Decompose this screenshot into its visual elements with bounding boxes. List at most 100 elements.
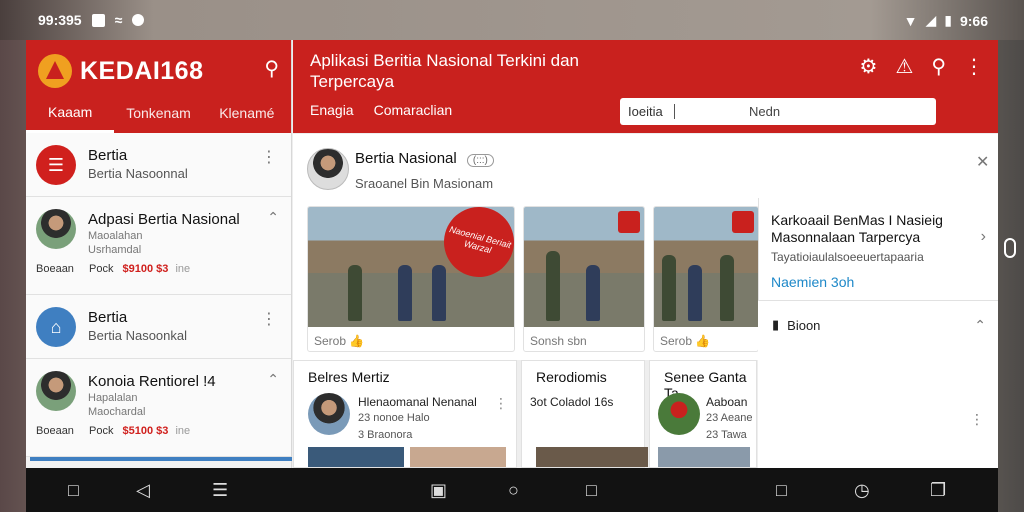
home-icon: ⌂ (36, 307, 76, 347)
avatar (36, 371, 76, 411)
clock-icon[interactable]: ◷ (854, 480, 870, 501)
card-title: Belres Mertiz (308, 369, 390, 385)
caption-text: Serob (660, 334, 693, 348)
meta-label: Boeaan (36, 263, 74, 275)
news-thumbnail[interactable]: Serob 👍 (653, 206, 759, 352)
caption-text: Serob (314, 334, 347, 348)
like-icon[interactable]: 👍 (349, 334, 364, 348)
settings-icon[interactable]: ⚙ (859, 54, 877, 79)
news-thumbnail[interactable]: Naoenial Beriait Warzal Serob 👍 (307, 206, 515, 352)
overview-icon[interactable]: □ (586, 480, 597, 501)
featured-subtitle: Sraoanel Bin Masionam (355, 176, 494, 191)
notification-icon (91, 13, 105, 27)
sidebar-item-details: Hapalalan Maochardal (88, 391, 145, 419)
navigation-bar: □ ◁ ☰ ▣ ○ □ □ ◷ ❐ (26, 468, 998, 512)
news-thumbnail[interactable]: Sonsh sbn (523, 206, 645, 352)
sidebar-item[interactable]: Konoia Rentiorel !4 Hapalalan Maochardal… (26, 359, 291, 457)
chevron-up-icon[interactable]: ⌃ (974, 317, 986, 334)
app-screen: KEDAI168 ⚲ Kaaam Tonkenam Klenamé ☰ Bert… (26, 40, 998, 468)
thumbnail-caption: Sonsh sbn (530, 334, 587, 348)
person-figure (432, 265, 446, 321)
news-card[interactable]: Rerodiomis 3ot Coladol 16s (521, 360, 648, 468)
blue-strip (30, 457, 292, 461)
thumbnail-caption: Serob 👍 (314, 334, 364, 348)
search-placeholder: Nedn (749, 104, 781, 119)
book-icon: ▮ (772, 317, 780, 332)
card-line3: 3 Braonora (358, 429, 413, 441)
sidebar-item-title: Konoia Rentiorel !4 (88, 373, 216, 390)
sidebar-item-subtitle: Bertia Nasoonkal (88, 328, 187, 343)
thumbnail-row: Naoenial Beriait Warzal Serob 👍 Sonsh sb… (307, 206, 759, 352)
main-header: Aplikasi Beritia Nasional Terkini dan Te… (293, 40, 998, 133)
menu-icon[interactable]: ☰ (212, 480, 228, 501)
edge-handle-icon[interactable] (1004, 238, 1016, 258)
alert-icon[interactable]: ⚠ (895, 54, 913, 79)
more-options-icon[interactable]: ⋮ (261, 309, 277, 329)
window-icon[interactable]: ❐ (930, 480, 946, 501)
square-icon[interactable]: □ (776, 480, 787, 501)
more-vert-icon[interactable]: ⋮ (964, 54, 984, 79)
meta-label: Boeaan (36, 425, 74, 437)
flag-icon (732, 211, 754, 233)
sidebar-item-title: Adpasi Bertia Nasional (88, 211, 240, 228)
news-image: Naoenial Beriait Warzal (308, 207, 514, 327)
sidebar-tab-3[interactable]: Klenamé (203, 93, 291, 133)
chevron-up-icon[interactable]: ⌃ (267, 371, 279, 388)
chevron-up-icon[interactable]: ⌃ (267, 209, 279, 226)
sidebar-tabs: Kaaam Tonkenam Klenamé (26, 93, 291, 133)
location-icon (132, 14, 145, 26)
brand[interactable]: KEDAI168 (38, 54, 204, 88)
header-actions: ⚙ ⚠ ⚲ ⋮ (859, 54, 984, 79)
close-icon[interactable]: ✕ (976, 152, 989, 172)
promo-link[interactable]: Naemien 3oh (771, 274, 854, 290)
price-unit: ine (175, 425, 191, 437)
status-bar: 99:395 ≈ ▼ ◢ ▮ 9:66 (0, 0, 1024, 40)
search-icon[interactable]: ⚲ (931, 54, 946, 79)
sidebar-tab-1[interactable]: Kaaam (26, 93, 115, 133)
more-options-icon[interactable]: ⋮ (494, 395, 508, 412)
card-line3: 23 Tawa (706, 429, 747, 441)
tab-2[interactable]: Comaraclian (374, 102, 453, 118)
tab-1[interactable]: Enagia (310, 102, 354, 118)
card-line2: 23 nonoe Halo (358, 412, 430, 424)
sidebar-item[interactable]: ☰ Bertia Bertia Nasoonnal ⋮ (26, 133, 291, 197)
recent-apps-icon[interactable]: □ (68, 480, 79, 501)
sidebar-item[interactable]: ⌂ Bertia Bertia Nasoonkal ⋮ (26, 295, 291, 359)
chevron-right-icon[interactable]: › (981, 228, 986, 246)
more-options-icon[interactable]: ⋮ (970, 411, 984, 428)
news-card[interactable]: Belres Mertiz Hlenaomanal Nenanal 23 non… (293, 360, 517, 468)
promo-card[interactable]: Karkoaail BenMas I Nasieig Masonnalaan T… (758, 198, 998, 304)
news-card[interactable]: Senee Ganta Ta Aaboan 23 Aeane 23 Tawa (649, 360, 757, 468)
side-panel-header[interactable]: ▮ Bioon (772, 317, 820, 333)
screenshot-icon[interactable]: ▣ (430, 480, 447, 501)
card-line1: Hlenaomanal Nenanal (358, 395, 477, 409)
header-tabs: Enagia Comaraclian (310, 102, 452, 118)
back-icon[interactable]: ◁ (136, 480, 150, 501)
card-thumbnail (658, 393, 700, 435)
search-icon[interactable]: ⚲ (264, 56, 279, 81)
news-image (654, 207, 758, 327)
status-right-time: 9:66 (959, 12, 988, 29)
caption-text: Sonsh sbn (530, 334, 587, 348)
card-image-strip (658, 447, 750, 467)
featured-badge: (:::) (466, 154, 494, 167)
sidebar-item[interactable]: Adpasi Bertia Nasional Maoalahan Usrhamd… (26, 197, 291, 295)
sidebar-tab-2[interactable]: Tonkenam (114, 93, 202, 133)
sidebar-item-meta: Boeaan Pock $5100 $3 ine (36, 425, 190, 437)
search-input[interactable]: Ioeitia Nedn (620, 98, 936, 125)
more-options-icon[interactable]: ⋮ (261, 147, 277, 167)
sidebar-item-meta: Boeaan Pock $9100 $3 ine (36, 263, 190, 275)
menu-logo-icon: ☰ (36, 145, 76, 185)
home-button-icon[interactable]: ○ (508, 480, 519, 501)
person-figure (398, 265, 412, 321)
meta-prefix: Pock (89, 425, 114, 437)
sidebar-header: KEDAI168 ⚲ Kaaam Tonkenam Klenamé (26, 40, 291, 133)
price: $9100 $3 (122, 263, 169, 275)
battery-icon: ▮ (944, 12, 952, 28)
person-figure (688, 265, 702, 321)
flag-icon (618, 211, 640, 233)
sidebar-item-line2: Usrhamdal (88, 244, 142, 256)
sidebar-item-line2: Maochardal (88, 406, 146, 418)
like-icon[interactable]: 👍 (695, 334, 710, 348)
card-line1: 3ot Coladol 16s (530, 395, 614, 409)
